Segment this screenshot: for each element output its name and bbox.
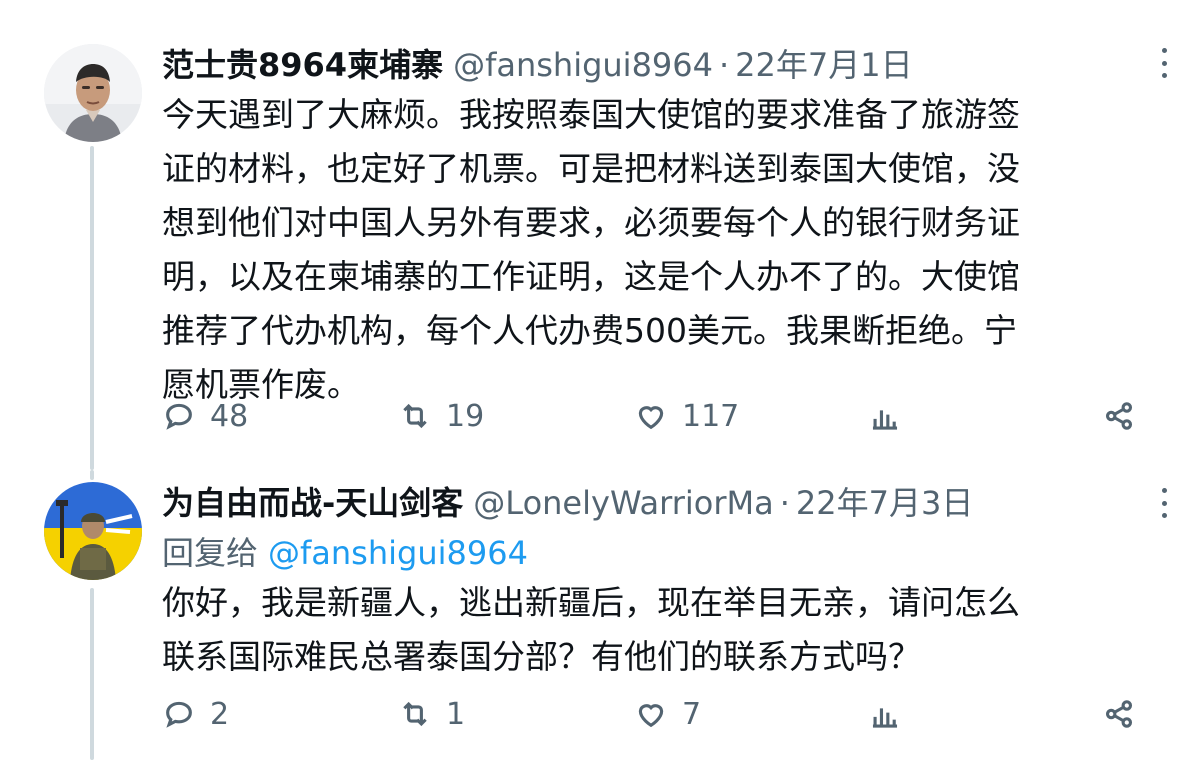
retweet-count: 1: [446, 696, 466, 732]
share-icon: [1105, 402, 1133, 430]
user-handle[interactable]: @LonelyWarriorMa: [473, 484, 773, 522]
user-handle[interactable]: @fanshigui8964: [453, 46, 713, 84]
avatar[interactable]: [44, 482, 142, 580]
person-photo-avatar-icon: [44, 44, 142, 142]
tweet-text-line: 你好，我是新疆人，逃出新疆后，现在举目无亲，请问怎么: [162, 583, 1020, 622]
tweet-actions: 2 1 7: [162, 694, 1142, 734]
avatar[interactable]: [44, 44, 142, 142]
thread-connector-line: [90, 588, 94, 760]
separator-dot: ·: [779, 484, 790, 522]
tweet-text: 你好，我是新疆人，逃出新疆后，现在举目无亲，请问怎么 联系国际难民总署泰国分部？…: [162, 576, 1152, 684]
share-button[interactable]: [1102, 396, 1136, 436]
separator-dot: ·: [719, 46, 730, 84]
display-name[interactable]: 为自由而战-天山剑客: [162, 478, 463, 524]
tweet-header: 为自由而战-天山剑客 @LonelyWarriorMa · 22年7月3日: [162, 478, 1130, 524]
retweet-icon: [403, 403, 427, 429]
share-button[interactable]: [1102, 694, 1136, 734]
analytics-icon: [872, 708, 898, 728]
analytics-icon: [872, 410, 898, 430]
soldier-photo-avatar-icon: [44, 482, 142, 580]
like-button[interactable]: 117: [634, 396, 739, 436]
tweet-text-line: 想到他们对中国人另外有要求，必须要每个人的银行财务证: [162, 203, 1020, 242]
reply-count: 48: [210, 398, 249, 434]
views-button[interactable]: [868, 396, 902, 436]
tweet[interactable]: 为自由而战-天山剑客 @LonelyWarriorMa · 22年7月3日 回复…: [0, 470, 1200, 760]
reply-icon: [166, 403, 192, 430]
like-button[interactable]: 7: [634, 694, 701, 734]
replying-to: 回复给 @fanshigui8964: [162, 528, 528, 574]
tweet-text-line: 证的材料，也定好了机票。可是把材料送到泰国大使馆，没: [162, 149, 1020, 188]
more-options-icon[interactable]: [1160, 48, 1168, 78]
reply-prefix: 回复给: [162, 534, 259, 572]
tweet-text: 今天遇到了大麻烦。我按照泰国大使馆的要求准备了旅游签 证的材料，也定好了机票。可…: [162, 88, 1152, 412]
heart-icon: [638, 406, 664, 430]
tweet-header: 范士贵8964柬埔寨 @fanshigui8964 · 22年7月1日: [162, 40, 1130, 86]
reply-button[interactable]: 48: [162, 396, 248, 436]
more-options-icon[interactable]: [1160, 488, 1168, 518]
like-count: 7: [682, 696, 702, 732]
thread-connector-line: [90, 146, 94, 470]
conversation-thread: 范士贵8964柬埔寨 @fanshigui8964 · 22年7月1日 今天遇到…: [0, 0, 1200, 760]
thread-connector-line: [90, 470, 94, 480]
tweet-actions: 48 19 117: [162, 396, 1142, 436]
share-icon: [1105, 700, 1133, 728]
tweet[interactable]: 范士贵8964柬埔寨 @fanshigui8964 · 22年7月1日 今天遇到…: [0, 0, 1200, 470]
retweet-button[interactable]: 1: [398, 694, 465, 734]
tweet-date[interactable]: 22年7月3日: [796, 478, 973, 524]
tweet-date[interactable]: 22年7月1日: [735, 40, 912, 86]
tweet-text-line: 明，以及在柬埔寨的工作证明，这是个人办不了的。大使馆: [162, 257, 1020, 296]
display-name[interactable]: 范士贵8964柬埔寨: [162, 40, 443, 86]
views-button[interactable]: [868, 694, 902, 734]
retweet-count: 19: [446, 398, 485, 434]
reply-button[interactable]: 2: [162, 694, 229, 734]
tweet-text-line: 今天遇到了大麻烦。我按照泰国大使馆的要求准备了旅游签: [162, 95, 1020, 134]
reply-icon: [166, 701, 192, 728]
reply-count: 2: [210, 696, 230, 732]
like-count: 117: [682, 398, 740, 434]
tweet-text-line: 推荐了代办机构，每个人代办费500美元。我果断拒绝。宁: [162, 311, 1017, 350]
retweet-icon: [403, 701, 427, 727]
tweet-text-line: 联系国际难民总署泰国分部？有他们的联系方式吗？: [162, 637, 921, 676]
reply-to-handle-link[interactable]: @fanshigui8964: [268, 534, 528, 572]
heart-icon: [638, 704, 664, 728]
retweet-button[interactable]: 19: [398, 396, 484, 436]
